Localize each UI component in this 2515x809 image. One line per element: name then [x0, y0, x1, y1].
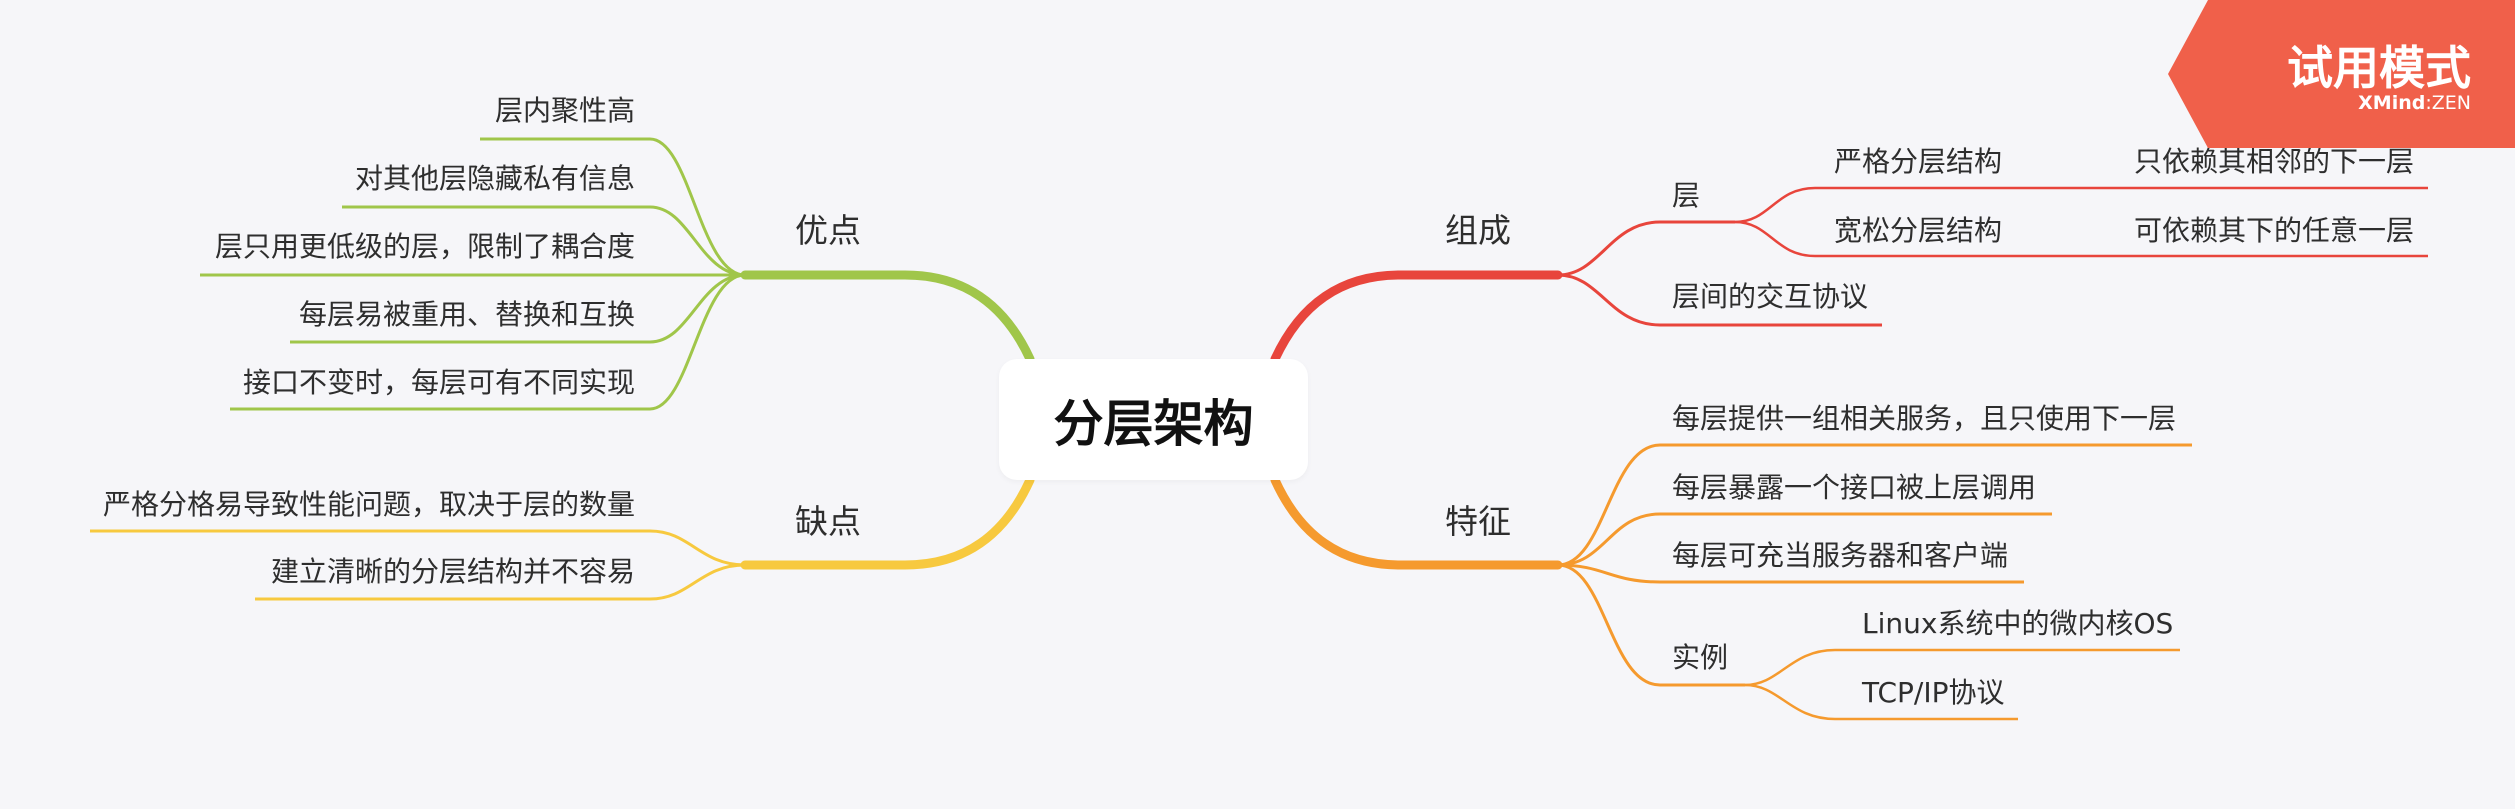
topic-feature-services[interactable]: 每层提供一组相关服务，且只使用下一层: [1672, 402, 2176, 435]
topic-pros[interactable]: 优点: [795, 211, 861, 250]
branch-pros: 优点 层内聚性高 对其他层隐藏私有信息 层只用更低级的层，限制了耦合度 每层易被…: [200, 94, 1035, 411]
topic-con-performance[interactable]: 严格分格易导致性能问题，取决于层的数量: [103, 488, 635, 521]
topic-pro-reuse[interactable]: 每层易被重用、替换和互换: [299, 298, 635, 331]
topic-strict-layering[interactable]: 严格分层结构: [1834, 145, 2002, 178]
branch-features: 特征 每层提供一组相关服务，且只使用下一层 每层暴露一个接口被上层调用 每层可充…: [1270, 402, 2192, 721]
topic-con-difficulty[interactable]: 建立清晰的分层结构并不容易: [271, 555, 635, 588]
connector-root-composition: [1270, 270, 1563, 364]
topic-layer[interactable]: 层: [1672, 179, 1700, 212]
topic-composition[interactable]: 组成: [1445, 211, 1511, 250]
connector-root-pros: [740, 270, 1035, 364]
zen-edition: ZEN: [2431, 92, 2471, 114]
branch-composition: 组成 层 层间的交互协议 严格分层结构 只依赖其相邻的下一层 宽松分层结构 可依…: [1270, 145, 2428, 364]
connector-root-cons: [740, 475, 1035, 570]
mindmap-canvas: 组成 层 层间的交互协议 严格分层结构 只依赖其相邻的下一层 宽松分层结构 可依…: [0, 0, 2515, 809]
topic-cons[interactable]: 缺点: [795, 502, 861, 541]
xmind-brand: XMind: [2358, 92, 2426, 114]
topic-pro-cohesion[interactable]: 层内聚性高: [495, 94, 635, 127]
topic-examples[interactable]: 实例: [1672, 641, 1728, 674]
trial-mode-badge[interactable]: 试用模式 XMind:ZEN: [2168, 0, 2515, 148]
xmind-zen-logo: XMind:ZEN: [2358, 92, 2471, 114]
topic-pro-information-hiding[interactable]: 对其他层隐藏私有信息: [355, 162, 635, 195]
topic-features[interactable]: 特征: [1445, 502, 1511, 541]
topic-relaxed-detail[interactable]: 可依赖其下的任意一层: [2134, 214, 2414, 247]
topic-relaxed-layering[interactable]: 宽松分层结构: [1834, 214, 2002, 247]
trial-mode-title: 试用模式: [2287, 41, 2471, 95]
connector-composition-layer: [1557, 220, 1735, 277]
topic-pro-coupling[interactable]: 层只用更低级的层，限制了耦合度: [215, 230, 635, 263]
topic-pro-implementations[interactable]: 接口不变时，每层可有不同实现: [243, 366, 635, 399]
topic-example-linux[interactable]: Linux系统中的微内核OS: [1862, 607, 2173, 640]
topic-feature-client-server[interactable]: 每层可充当服务器和客户端: [1672, 539, 2008, 572]
topic-strict-detail[interactable]: 只依赖其相邻的下一层: [2134, 145, 2414, 178]
connector-root-features: [1270, 475, 1563, 570]
topic-interlayer-protocol[interactable]: 层间的交互协议: [1672, 280, 1868, 313]
central-topic[interactable]: 分层架构: [999, 359, 1308, 480]
central-topic-label: 分层架构: [1053, 394, 1254, 453]
branch-cons: 缺点 严格分格易导致性能问题，取决于层的数量 建立清晰的分层结构并不容易: [90, 475, 1035, 601]
topic-example-tcpip[interactable]: TCP/IP协议: [1861, 676, 2004, 709]
topic-feature-interface[interactable]: 每层暴露一个接口被上层调用: [1672, 471, 2036, 504]
